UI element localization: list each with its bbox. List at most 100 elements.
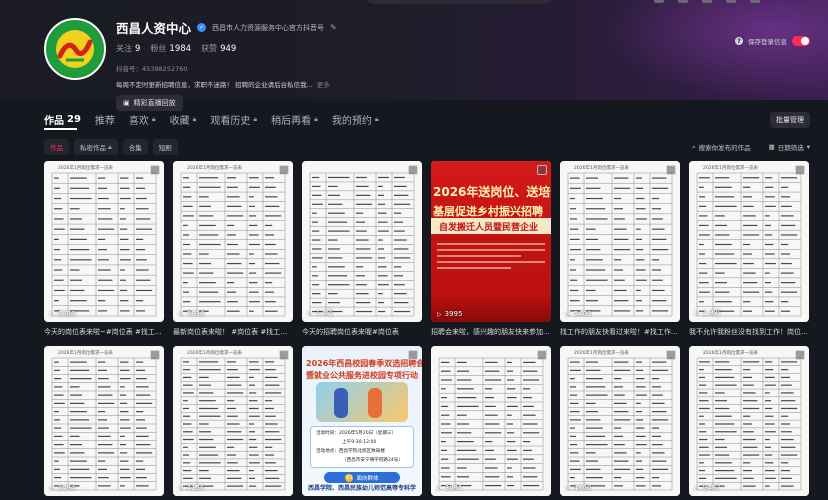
profile-name: 西昌人资中心 <box>116 21 192 36</box>
select-checkbox-icon[interactable] <box>150 165 160 175</box>
document-preview: 2026年1月岗位需求一览表 <box>44 161 164 322</box>
help-icon[interactable]: ? <box>735 37 743 45</box>
play-count: ▷ 9487 <box>695 484 720 492</box>
video-card[interactable]: 2026年1月岗位需求一览表 ▷ 9487 <box>689 346 809 496</box>
play-icon: ▷ <box>695 484 700 492</box>
play-icon: ▷ <box>437 484 442 492</box>
batch-manage-button[interactable]: 批量管理 <box>770 112 810 128</box>
video-card[interactable]: 2026年1月岗位需求一览表 ▷ 5409 找工作的朋友快看过来啦！#找工作... <box>560 161 680 337</box>
play-icon: ▷ <box>50 310 55 318</box>
document-preview: 2026年1月岗位需求一览表 <box>44 346 164 496</box>
filter-works[interactable]: 作品 <box>44 139 69 155</box>
poster-illustration <box>316 382 408 422</box>
video-card[interactable]: 2026年1月岗位需求一览表 ▷ 4156 <box>173 346 293 496</box>
tab-history[interactable]: 观看历史 🔒︎ <box>210 112 257 127</box>
tab-watch-later[interactable]: 稍后再看 🔒︎ <box>271 112 318 127</box>
select-checkbox-icon[interactable] <box>666 165 676 175</box>
table-lines <box>696 172 802 317</box>
table-lines <box>438 357 544 491</box>
date-filter[interactable]: ▦ 日期筛选 ▾ <box>769 142 810 152</box>
save-login-toggle[interactable] <box>792 36 810 46</box>
play-icon: ▷ <box>437 310 442 318</box>
tab-recommend[interactable]: 推荐 <box>95 112 115 127</box>
fans-stat[interactable]: 粉丝 1984 <box>150 43 191 54</box>
filter-collections[interactable]: 合集 <box>122 139 148 155</box>
video-card[interactable]: ▷ 1.4万今天的招聘岗位表来喔#岗位表 <box>302 161 422 337</box>
select-checkbox-icon[interactable] <box>795 165 805 175</box>
select-checkbox-icon[interactable] <box>537 165 547 175</box>
video-thumbnail[interactable]: 2026年1月岗位需求一览表 ▷ 9487 <box>689 346 809 496</box>
tab-favorites[interactable]: 收藏 🔒︎ <box>170 112 197 127</box>
top-search-bar[interactable] <box>365 0 553 4</box>
tab-works[interactable]: 作品 29 <box>44 112 81 127</box>
video-caption[interactable]: 我不允许我粉丝没有找到工作！岗位... <box>689 327 809 337</box>
profile-info: 西昌人资中心 ✓ 西昌市人力资源服务中心官方抖音号 ✎ 关注 9 粉丝 1984 获… <box>116 18 337 111</box>
search-works[interactable]: ⌕ 搜索你发布的作品 <box>692 142 751 153</box>
video-card[interactable]: 2026年1月岗位需求一览表 ▷ 2484 <box>44 346 164 496</box>
video-card[interactable]: 2026年1月岗位需求一览表 ▷ 1.8万我不允许我粉丝没有找到工作！岗位... <box>689 161 809 337</box>
video-thumbnail[interactable]: 2026年1月岗位需求一览表 ▷ 5409 <box>560 161 680 322</box>
video-card[interactable]: 2026年1月岗位需求一览表 ▷ 4800 <box>560 346 680 496</box>
video-card[interactable]: ▷ 3061 <box>431 346 551 496</box>
document-preview: 2026年1月岗位需求一览表 <box>689 346 809 496</box>
video-thumbnail[interactable]: 2026年送岗位、送培训、基层促进乡村振兴招聘自发搬迁人员暨民营企业▷3995 <box>431 161 551 322</box>
video-card[interactable]: 2026年西昌校园春季双选招聘会 暨就业公共服务进校园专项行动 活动时间：2026年… <box>302 346 422 496</box>
poster-bottom-text: 西昌学院、西昌民族幼儿师范高等专科学 <box>308 485 417 492</box>
play-count-value: 8988 <box>57 310 76 318</box>
video-thumbnail[interactable]: ▷ 1.4万 <box>302 161 422 322</box>
tab-likes[interactable]: 喜欢 🔒︎ <box>129 112 156 127</box>
bio-more-link[interactable]: 更多 <box>317 79 330 89</box>
profile-tabs: 作品 29 推荐 喜欢 🔒︎ 收藏 🔒︎ 观看历史 🔒︎ 稍后再看 🔒︎ 我的预约 🔒︎ <box>44 112 379 127</box>
document-title: 2026年1月岗位需求一览表 <box>703 351 758 356</box>
video-card[interactable]: 2026年送岗位、送培训、基层促进乡村振兴招聘自发搬迁人员暨民营企业▷3995 招… <box>431 161 551 337</box>
video-caption[interactable]: 最新岗位表来啦！ #岗位表 #找工作... <box>173 327 293 337</box>
likes-count: 949 <box>220 44 237 54</box>
top-nav-icon[interactable] <box>678 0 688 3</box>
play-count: ▷ 7836 <box>179 310 204 318</box>
play-count-value: 3995 <box>444 310 463 318</box>
lock-icon: 🔒︎ <box>314 115 318 123</box>
video-caption[interactable]: 今天的招聘岗位表来喔#岗位表 <box>302 327 422 337</box>
save-login-label: 保存登录信息 <box>748 38 787 46</box>
top-nav-icon[interactable] <box>750 0 760 3</box>
avatar[interactable] <box>44 18 106 80</box>
select-checkbox-icon[interactable] <box>279 350 289 360</box>
tab-label: 喜欢 <box>128 116 149 127</box>
select-checkbox-icon[interactable] <box>408 165 418 175</box>
recruitment-poster: 2026年送岗位、送培训、基层促进乡村振兴招聘自发搬迁人员暨民营企业 <box>431 161 551 322</box>
video-thumbnail[interactable]: 2026年1月岗位需求一览表 ▷ 7836 <box>173 161 293 322</box>
select-checkbox-icon[interactable] <box>150 350 160 360</box>
live-replay-button[interactable]: ▣ 精彩直播回放 <box>116 95 183 111</box>
likes-label: 获赞 <box>201 44 218 53</box>
play-count: ▷ 1.4万 <box>308 308 334 318</box>
video-caption[interactable]: 招聘会来啦，感兴趣的朋友快来参加... <box>431 327 551 337</box>
select-checkbox-icon[interactable] <box>795 350 805 360</box>
video-card[interactable]: 2026年1月岗位需求一览表 ▷ 8988 今天的岗位表来啦~#岗位表 #找工... <box>44 161 164 337</box>
top-nav-icon[interactable] <box>654 0 664 3</box>
video-thumbnail[interactable]: ▷ 3061 <box>431 346 551 496</box>
video-thumbnail[interactable]: 2026年1月岗位需求一览表 ▷ 4800 <box>560 346 680 496</box>
top-nav-icon[interactable] <box>726 0 736 3</box>
table-lines <box>180 357 286 491</box>
filter-short-drama[interactable]: 短剧 <box>152 139 178 155</box>
follow-stat[interactable]: 关注 9 <box>116 43 140 54</box>
select-checkbox-icon[interactable] <box>537 350 547 360</box>
follow-count: 9 <box>135 44 141 54</box>
filter-private[interactable]: 私密作品 🔒︎ <box>74 139 118 155</box>
edit-icon[interactable]: ✎ <box>330 23 337 32</box>
video-card[interactable]: 2026年1月岗位需求一览表 ▷ 7836 最新岗位表来啦！ #岗位表 #找工作... <box>173 161 293 337</box>
play-count-value: 5409 <box>573 310 592 318</box>
tab-reservations[interactable]: 我的预约 🔒︎ <box>332 112 379 127</box>
select-checkbox-icon[interactable] <box>666 350 676 360</box>
select-checkbox-icon[interactable] <box>408 350 418 360</box>
video-thumbnail[interactable]: 2026年1月岗位需求一览表 ▷ 1.8万 <box>689 161 809 322</box>
select-checkbox-icon[interactable] <box>279 165 289 175</box>
top-nav-icon[interactable] <box>702 0 712 3</box>
video-thumbnail[interactable]: 2026年西昌校园春季双选招聘会 暨就业公共服务进校园专项行动 活动时间：2026年… <box>302 346 422 496</box>
video-thumbnail[interactable]: 2026年1月岗位需求一览表 ▷ 8988 <box>44 161 164 322</box>
poster-text-line <box>437 243 545 245</box>
video-caption[interactable]: 今天的岗位表来啦~#岗位表 #找工... <box>44 327 164 337</box>
video-thumbnail[interactable]: 2026年1月岗位需求一览表 ▷ 4156 <box>173 346 293 496</box>
video-thumbnail[interactable]: 2026年1月岗位需求一览表 ▷ 2484 <box>44 346 164 496</box>
video-caption[interactable]: 找工作的朋友快看过来啦！#找工作... <box>560 327 680 337</box>
